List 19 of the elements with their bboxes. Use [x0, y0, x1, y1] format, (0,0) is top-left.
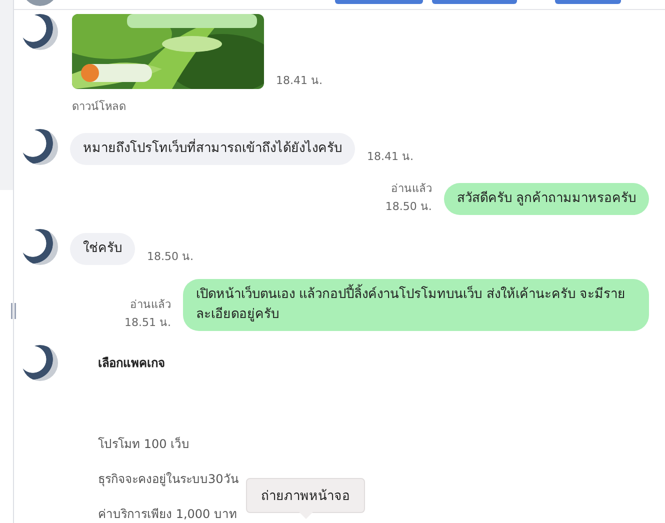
tooltip: ถ่ายภาพหน้าจอ [246, 478, 365, 519]
message-bubble: ใช่ครับ [70, 233, 135, 265]
document-text: เลือกแพคเกจ [98, 355, 166, 372]
message-bubble: เปิดหน้าเว็บตนเอง แล้วกอปปี้ลิ้งค์งานโปรโมทบนเว็บ ส่งให้เค้านะครับ จะมีรายละเอียดอยู่ครับ [183, 279, 649, 331]
document-text: ค่าบริการเพียง 1,000 บาท [98, 506, 238, 523]
download-link[interactable]: ดาวน์โหลด [72, 97, 322, 115]
message-time: 18.41 น. [367, 149, 414, 165]
read-status: อ่านแล้ว [390, 181, 432, 197]
read-status: อ่านแล้ว [130, 297, 171, 313]
document-text: ธุรกิจจะคงอยู่ในระบบ30วัน [98, 471, 238, 488]
message-time: 18.51 น. [124, 315, 171, 331]
resize-handle-icon[interactable] [11, 303, 16, 319]
message-time: 18.41 น. [276, 73, 322, 89]
message-time: 18.50 น. [385, 199, 432, 215]
message-bubble: สวัสดีครับ ลูกค้าถามมาหรอครับ [444, 183, 649, 215]
tooltip-arrow-icon [298, 512, 312, 519]
message-time: 18.50 น. [147, 249, 194, 265]
document-text: โปรโมท 100 เว็บ [98, 436, 191, 453]
message-bubble: หมายถึงโปรโทเว็บที่สามารถเข้าถึงได้ยังไงครับ [70, 133, 355, 165]
